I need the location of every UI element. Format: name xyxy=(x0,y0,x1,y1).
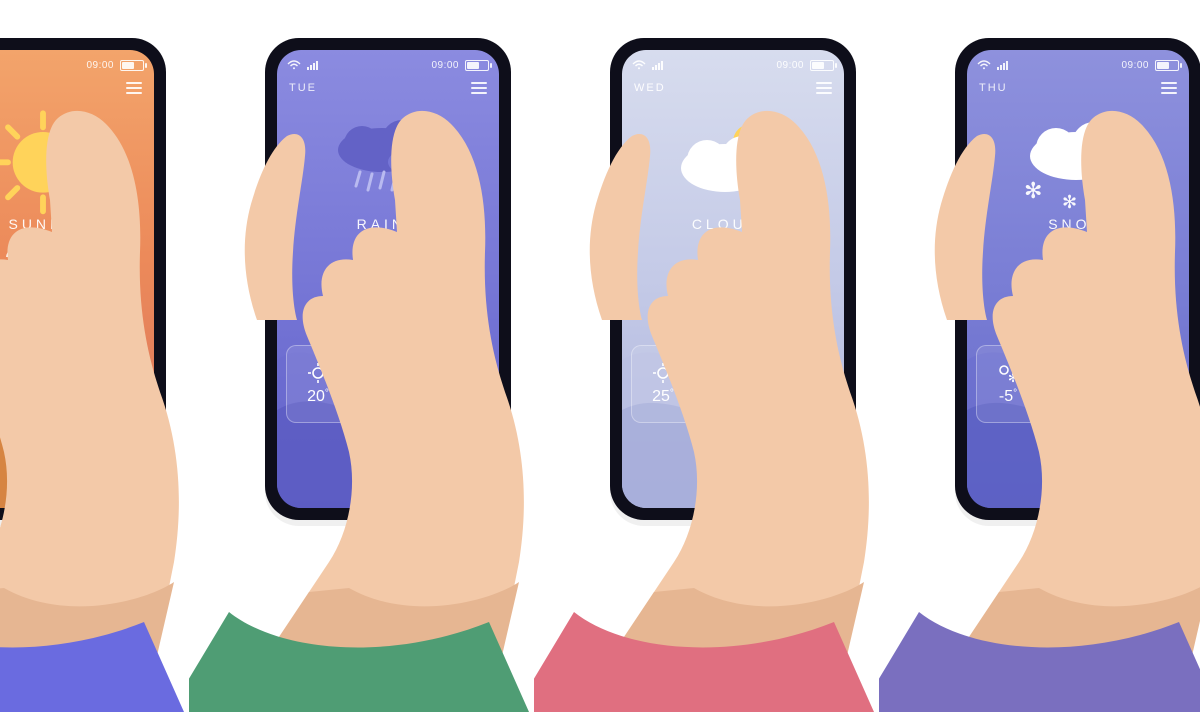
forecast-card[interactable]: 15° xyxy=(701,345,765,423)
menu-icon[interactable] xyxy=(1161,82,1177,94)
sun-icon xyxy=(0,112,113,212)
pagination-dots[interactable] xyxy=(967,326,1189,331)
wifi-icon xyxy=(287,60,301,70)
battery-icon xyxy=(1155,60,1179,71)
forecast-card[interactable]: 25° xyxy=(631,345,695,423)
battery-icon xyxy=(465,60,489,71)
menu-icon[interactable] xyxy=(471,82,487,94)
sunny-icon xyxy=(304,362,332,384)
status-time: 09:00 xyxy=(776,60,804,71)
forecast-row: 19° 15° xyxy=(0,345,154,423)
thumb-illustration xyxy=(237,130,309,320)
signal-icon xyxy=(997,60,1011,70)
forecast-card[interactable]: 11° xyxy=(1116,345,1180,423)
wifi-icon xyxy=(632,60,646,70)
forecast-card[interactable]: 18° xyxy=(356,345,420,423)
svg-text:✻: ✻ xyxy=(1128,151,1145,173)
thumb-illustration xyxy=(927,130,999,320)
rainy-icon xyxy=(374,362,402,384)
forecast-card[interactable]: ✻ -5° xyxy=(976,345,1040,423)
pagination-dots[interactable] xyxy=(277,326,499,331)
svg-text:✻: ✻ xyxy=(1024,178,1042,203)
temperature-display: 18° xyxy=(277,238,499,298)
condition-label: SUNNY xyxy=(0,216,154,232)
day-label: TUE xyxy=(289,82,317,94)
forecast-card[interactable]: 15° xyxy=(46,345,110,423)
partly-cloudy-icon xyxy=(0,362,22,384)
weather-phone-1: 09:00 SUNNY 25° 19° xyxy=(0,38,166,520)
cloudy-icon xyxy=(1134,362,1162,384)
forecast-row: 20° 18° 17° xyxy=(277,345,499,423)
forecast-row: 25° 15° 12° xyxy=(622,345,844,423)
menu-icon[interactable] xyxy=(816,82,832,94)
thumb-illustration xyxy=(582,130,654,320)
svg-text:✻: ✻ xyxy=(1062,192,1077,212)
forecast-card[interactable]: 20° xyxy=(286,345,350,423)
snow-cloud-icon: ✻ ✻ ✻ ✻ xyxy=(1008,112,1148,212)
condition-label: SNOW xyxy=(967,216,1189,232)
status-time: 09:00 xyxy=(1121,60,1149,71)
battery-icon xyxy=(120,60,144,71)
snow-sun-icon: ✻ xyxy=(994,362,1022,384)
cloudy-icon xyxy=(789,362,817,384)
svg-text:✻: ✻ xyxy=(1008,371,1018,384)
condition-label: RAINY xyxy=(277,216,499,232)
temperature-display: 25° xyxy=(0,238,154,298)
forecast-card[interactable]: 17° xyxy=(426,345,490,423)
signal-icon xyxy=(307,60,321,70)
partly-cloudy-icon xyxy=(1064,362,1092,384)
status-time: 09:00 xyxy=(431,60,459,71)
cloudy-icon xyxy=(64,362,92,384)
day-label: WED xyxy=(634,82,666,94)
pagination-dots[interactable] xyxy=(622,326,844,331)
rain-cloud-icon xyxy=(318,112,458,212)
forecast-card[interactable]: 19° xyxy=(0,345,40,423)
sunny-icon xyxy=(649,362,677,384)
forecast-card[interactable]: 12° xyxy=(771,345,835,423)
condition-label: CLOUDY xyxy=(622,216,844,232)
status-time: 09:00 xyxy=(86,60,114,71)
pagination-dots[interactable] xyxy=(0,326,154,331)
temperature-display: -5° xyxy=(967,238,1189,298)
wifi-icon xyxy=(977,60,991,70)
battery-icon xyxy=(810,60,834,71)
menu-icon[interactable] xyxy=(126,82,142,94)
day-label: THU xyxy=(979,82,1008,94)
forecast-card[interactable]: 15° xyxy=(1046,345,1110,423)
partly-cloudy-icon xyxy=(719,362,747,384)
forecast-row: ✻ -5° 15° 11° xyxy=(967,345,1189,423)
partly-cloudy-icon xyxy=(444,362,472,384)
signal-icon xyxy=(652,60,666,70)
cloudy-sun-icon xyxy=(663,112,803,212)
temperature-display: 15° xyxy=(622,238,844,298)
svg-text:✻: ✻ xyxy=(1108,173,1128,200)
